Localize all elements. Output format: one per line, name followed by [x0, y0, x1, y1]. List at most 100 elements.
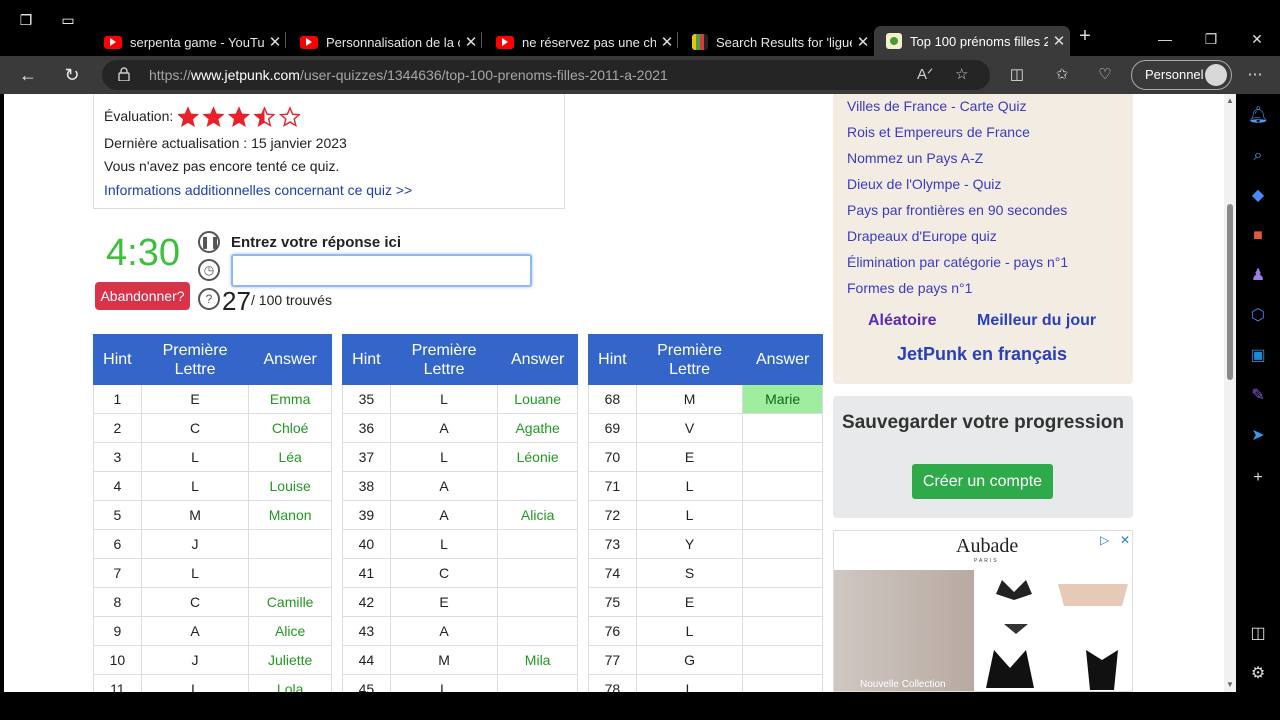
help-icon[interactable]: ?: [198, 288, 220, 310]
url-field[interactable]: https://www.jetpunk.com/user-quizzes/134…: [102, 60, 990, 90]
star-icon[interactable]: [227, 106, 251, 127]
table-row: 35 L Louane: [342, 384, 578, 414]
ad-close-icon[interactable]: ✕: [1120, 533, 1130, 547]
hint-cell: 3: [93, 442, 142, 472]
related-quiz-link[interactable]: Drapeaux d'Europe quiz: [847, 228, 997, 244]
answer-cell: Chloé: [248, 413, 332, 443]
answer-cell: Alice: [248, 616, 332, 646]
answer-table-2: Hint Première Lettre Answer 35 L Louane 36 A Aga…: [342, 334, 578, 692]
hint-cell: 75: [588, 587, 637, 617]
table-row: 4 L Louise: [93, 471, 332, 501]
answer-cell: Agathe: [497, 413, 578, 443]
favorites-icon[interactable]: ✩: [1051, 65, 1073, 83]
browser-essentials-icon[interactable]: ♡: [1094, 65, 1116, 83]
close-tab-icon[interactable]: ✕: [264, 33, 286, 51]
scroll-up-icon[interactable]: ▲: [1226, 96, 1234, 105]
star-icon[interactable]: [178, 106, 200, 127]
answer-cell: [497, 529, 578, 559]
star-icon[interactable]: [278, 106, 300, 127]
read-aloud-icon[interactable]: Aᐟ: [917, 65, 933, 83]
give-up-button[interactable]: Abandonner?: [95, 282, 190, 310]
rating-stars[interactable]: [178, 106, 300, 128]
tools-icon[interactable]: ■: [1248, 226, 1268, 246]
minimize-icon[interactable]: —: [1150, 28, 1180, 50]
related-quiz-link[interactable]: Nommez un Pays A-Z: [847, 150, 983, 166]
workspaces-icon[interactable]: ❐: [16, 10, 36, 30]
games-icon[interactable]: ♟: [1248, 266, 1268, 286]
close-tab-icon[interactable]: ✕: [1048, 32, 1070, 50]
first-letter-cell: L: [389, 674, 499, 692]
hint-cell: 77: [588, 645, 637, 675]
copilot-icon[interactable]: ⬡: [1248, 306, 1268, 326]
random-link[interactable]: Aléatoire: [868, 312, 936, 330]
maximize-icon[interactable]: ❐: [1196, 28, 1226, 50]
table-row: 45 L: [342, 674, 578, 692]
create-account-button[interactable]: Créer un compte: [912, 464, 1053, 499]
browser-tab[interactable]: Search Results for 'ligue ✕: [680, 27, 874, 57]
answer-input[interactable]: [231, 254, 532, 287]
answer-cell: [497, 558, 578, 588]
related-quiz-link[interactable]: Villes de France - Carte Quiz: [847, 98, 1026, 114]
outlook-icon[interactable]: ▣: [1248, 346, 1268, 366]
scrollbar-thumb[interactable]: [1227, 204, 1233, 380]
browser-tab[interactable]: serpenta game - YouTube✕: [92, 27, 286, 57]
browser-tab[interactable]: Personnalisation de la ch ✕: [288, 27, 482, 57]
close-tab-icon[interactable]: ✕: [460, 33, 482, 51]
best-of-day-link[interactable]: Meilleur du jour: [977, 312, 1096, 330]
refresh-icon[interactable]: ↻: [59, 64, 85, 86]
tab-actions-icon[interactable]: ▭: [58, 10, 78, 30]
close-window-icon[interactable]: ✕: [1242, 28, 1272, 50]
related-quiz-link[interactable]: Rois et Empereurs de France: [847, 124, 1030, 140]
page-scrollbar[interactable]: ▲ ▼: [1224, 94, 1236, 692]
pause-icon[interactable]: ❚❚: [198, 231, 220, 253]
browser-tab[interactable]: ne réservez pas une chan✕: [484, 27, 678, 57]
star-icon[interactable]: [202, 106, 225, 127]
favorite-star-icon[interactable]: ☆: [955, 65, 968, 83]
answer-cell: Juliette: [248, 645, 332, 675]
answer-cell: Léa: [248, 442, 332, 472]
settings-gear-icon[interactable]: ⚙: [1248, 664, 1268, 684]
browser-tab[interactable]: Top 100 prénoms filles 2 ✕: [874, 26, 1070, 56]
back-arrow-icon[interactable]: ←: [15, 64, 41, 86]
scroll-down-icon[interactable]: ▼: [1226, 680, 1234, 689]
new-tab-plus-icon[interactable]: +: [1070, 25, 1100, 47]
jetpunk-fr-link[interactable]: JetPunk en français: [897, 344, 1067, 365]
bell-icon[interactable]: 🔔︎: [1248, 106, 1268, 126]
first-letter-cell: M: [389, 645, 499, 675]
close-tab-icon[interactable]: ✕: [656, 33, 678, 51]
send-icon[interactable]: ➤: [1248, 426, 1268, 446]
first-letter-cell: E: [389, 587, 499, 617]
clock-icon[interactable]: ◷: [198, 259, 220, 281]
timer: 4:30: [106, 232, 180, 274]
hint-cell: 8: [93, 587, 142, 617]
ad-caption: Nouvelle Collection: [860, 679, 946, 690]
related-quiz-link[interactable]: Dieux de l'Olympe - Quiz: [847, 176, 1001, 192]
hint-cell: 76: [588, 616, 637, 646]
profile-button[interactable]: Personnel: [1131, 60, 1232, 90]
more-menu-icon[interactable]: ⋯: [1244, 65, 1266, 83]
add-icon[interactable]: +: [1248, 468, 1268, 488]
related-quiz-link[interactable]: Pays par frontières en 90 secondes: [847, 202, 1067, 218]
related-quiz-link[interactable]: Élimination par catégorie - pays n°1: [847, 254, 1068, 270]
split-screen-icon[interactable]: ◫: [1006, 65, 1028, 83]
shopping-tag-icon[interactable]: ◆: [1248, 186, 1268, 206]
advertisement[interactable]: Aubade PARIS ▷ ✕ Nouvelle Collection: [833, 530, 1133, 692]
adchoices-icon[interactable]: ▷: [1100, 533, 1109, 547]
star-icon[interactable]: [253, 106, 276, 127]
answer-cell: [742, 674, 823, 692]
hint-cell: 4: [93, 471, 142, 501]
sidebar-toggle-icon[interactable]: ◫: [1248, 624, 1268, 644]
tab-title: Search Results for 'ligue: [716, 34, 852, 50]
related-quiz-link[interactable]: Formes de pays n°1: [847, 280, 972, 296]
designer-icon[interactable]: ✎: [1248, 386, 1268, 406]
table-row: 11 L Lola: [93, 674, 332, 692]
close-tab-icon[interactable]: ✕: [852, 33, 874, 51]
first-letter-cell: L: [140, 674, 250, 692]
table-row: 36 A Agathe: [342, 413, 578, 443]
answer-cell: [742, 413, 823, 443]
search-icon[interactable]: ⌕: [1248, 146, 1268, 166]
more-info-link[interactable]: Informations additionnelles concernant c…: [104, 182, 412, 198]
answer-cell: [742, 500, 823, 530]
profile-label: Personnel: [1145, 67, 1204, 82]
ad-lingerie-images: [986, 580, 1128, 690]
